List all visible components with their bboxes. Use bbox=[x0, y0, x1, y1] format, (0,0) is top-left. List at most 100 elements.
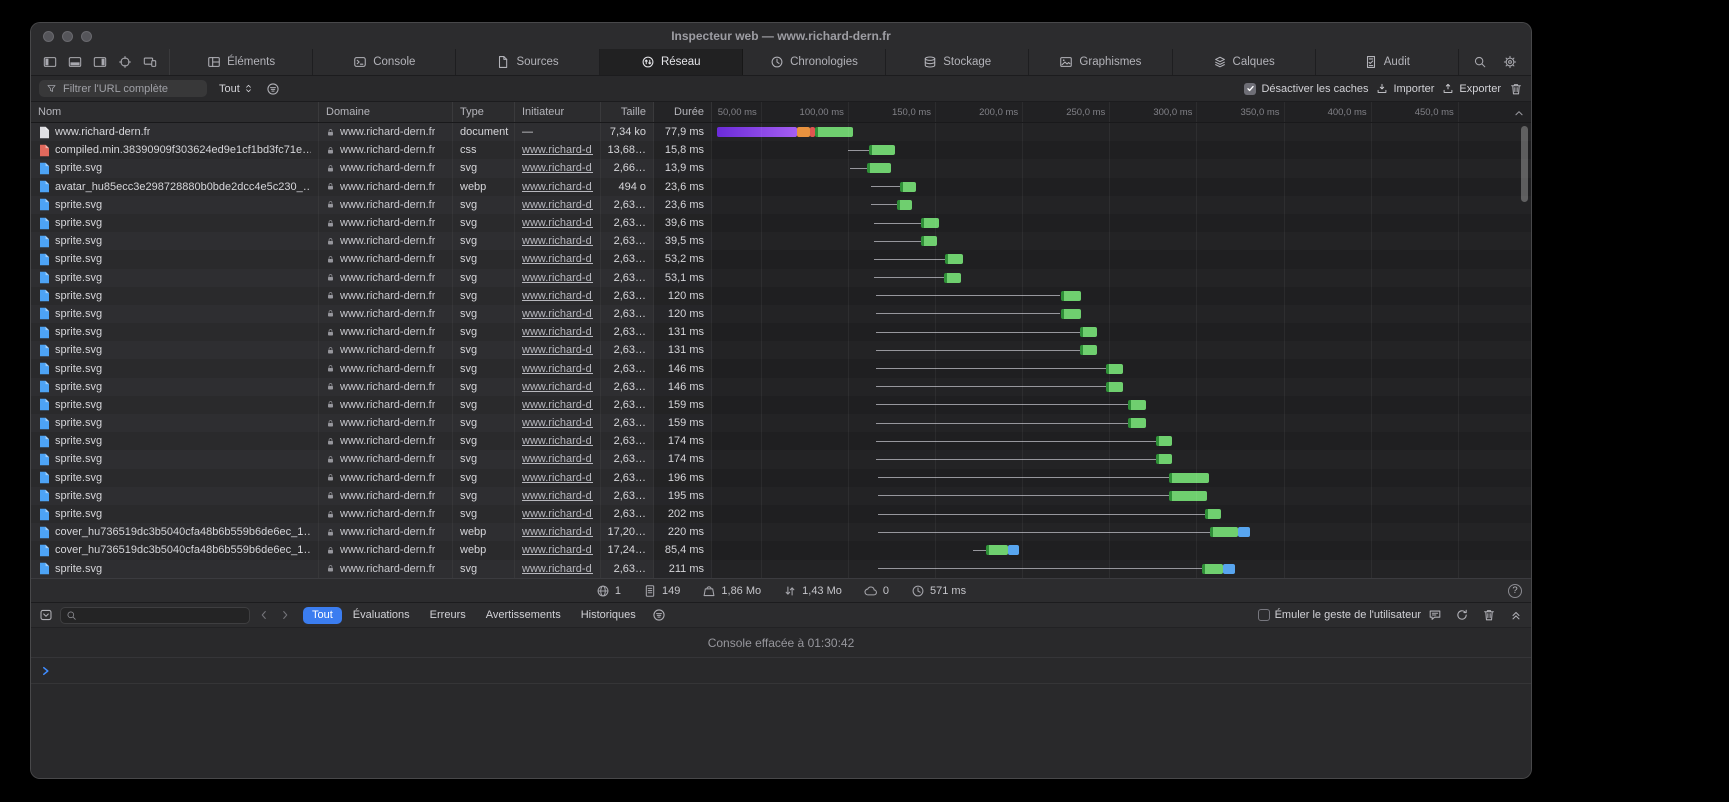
tab-audit[interactable]: Audit bbox=[1316, 49, 1459, 75]
console-prompt[interactable] bbox=[31, 658, 1531, 684]
initiator-link[interactable]: www.richard-d… bbox=[522, 435, 593, 447]
network-request-row[interactable]: sprite.svgwww.richard-dern.frsvgwww.rich… bbox=[31, 214, 1531, 232]
tab-timelines[interactable]: Chronologies bbox=[743, 49, 886, 75]
search-icon[interactable] bbox=[1473, 55, 1487, 69]
network-request-row[interactable]: compiled.min.38390909f303624ed9e1cf1bd3f… bbox=[31, 141, 1531, 159]
emulate-user-gesture-checkbox[interactable]: Émuler le geste de l'utilisateur bbox=[1258, 609, 1421, 621]
console-scope-icon[interactable] bbox=[39, 608, 53, 622]
tab-console[interactable]: Console bbox=[313, 49, 456, 75]
initiator-link[interactable]: www.richard-d… bbox=[522, 363, 593, 375]
network-request-row[interactable]: sprite.svgwww.richard-dern.frsvgwww.rich… bbox=[31, 232, 1531, 250]
initiator-link[interactable]: www.richard-d… bbox=[522, 253, 593, 265]
tab-graphics[interactable]: Graphismes bbox=[1029, 49, 1172, 75]
network-request-row[interactable]: sprite.svgwww.richard-dern.frsvgwww.rich… bbox=[31, 250, 1531, 268]
column-header-initiateur[interactable]: Initiateur bbox=[515, 102, 601, 122]
column-header-domaine[interactable]: Domaine bbox=[319, 102, 453, 122]
collapse-timeline-chevron-icon[interactable] bbox=[1512, 106, 1526, 120]
initiator-link[interactable]: www.richard-d… bbox=[522, 290, 593, 302]
waterfall-cell bbox=[712, 341, 1531, 359]
column-header-type[interactable]: Type bbox=[453, 102, 515, 122]
network-request-row[interactable]: sprite.svgwww.richard-dern.frsvgwww.rich… bbox=[31, 469, 1531, 487]
resource-type-select[interactable]: Tout bbox=[215, 82, 258, 95]
initiator-link[interactable]: www.richard-d… bbox=[522, 181, 593, 193]
initiator-link[interactable]: www.richard-d… bbox=[522, 162, 593, 174]
network-request-row[interactable]: sprite.svgwww.richard-dern.frsvgwww.rich… bbox=[31, 414, 1531, 432]
import-button[interactable]: Importer bbox=[1376, 82, 1434, 95]
filter-options-icon[interactable] bbox=[266, 82, 280, 96]
network-request-row[interactable]: sprite.svgwww.richard-dern.frsvgwww.rich… bbox=[31, 487, 1531, 505]
console-messages-icon[interactable] bbox=[1428, 608, 1442, 622]
network-request-row[interactable]: sprite.svgwww.richard-dern.frsvgwww.rich… bbox=[31, 378, 1531, 396]
settings-gear-icon[interactable] bbox=[1503, 55, 1517, 69]
emulate-user-gesture-label: Émuler le geste de l'utilisateur bbox=[1275, 609, 1421, 621]
clear-network-trash-icon[interactable] bbox=[1509, 82, 1523, 96]
network-request-row[interactable]: cover_hu736519dc3b5040cfa48b6b559b6de6ec… bbox=[31, 523, 1531, 541]
close-window-button[interactable] bbox=[43, 31, 54, 42]
network-request-row[interactable]: sprite.svgwww.richard-dern.frsvgwww.rich… bbox=[31, 359, 1531, 377]
column-header-taille[interactable]: Taille bbox=[601, 102, 654, 122]
network-request-row[interactable]: sprite.svgwww.richard-dern.frsvgwww.rich… bbox=[31, 560, 1531, 578]
column-header-nom[interactable]: Nom bbox=[31, 102, 319, 122]
checkbox-checked bbox=[1244, 83, 1256, 95]
network-request-row[interactable]: sprite.svgwww.richard-dern.frsvgwww.rich… bbox=[31, 450, 1531, 468]
expand-console-icon[interactable] bbox=[1509, 608, 1523, 622]
network-request-row[interactable]: avatar_hu85ecc3e298728880b0bde2dcc4e5c23… bbox=[31, 178, 1531, 196]
console-filter-options-icon[interactable] bbox=[652, 608, 666, 622]
initiator-link[interactable]: www.richard-d… bbox=[522, 490, 593, 502]
trash-icon[interactable] bbox=[1482, 608, 1496, 622]
network-request-row[interactable]: sprite.svgwww.richard-dern.frsvgwww.rich… bbox=[31, 287, 1531, 305]
initiator-link[interactable]: www.richard-d… bbox=[522, 235, 593, 247]
initiator-link[interactable]: www.richard-d… bbox=[522, 399, 593, 411]
initiator-link[interactable]: www.richard-d… bbox=[522, 563, 593, 575]
url-filter-input[interactable]: Filtrer l'URL complète bbox=[39, 80, 207, 97]
network-request-row[interactable]: sprite.svgwww.richard-dern.frsvgwww.rich… bbox=[31, 505, 1531, 523]
initiator-link[interactable]: www.richard-d… bbox=[522, 217, 593, 229]
initiator-link[interactable]: www.richard-d… bbox=[522, 144, 593, 156]
network-request-row[interactable]: www.richard-dern.frwww.richard-dern.frdo… bbox=[31, 123, 1531, 141]
network-request-row[interactable]: sprite.svgwww.richard-dern.frsvgwww.rich… bbox=[31, 341, 1531, 359]
initiator-link[interactable]: www.richard-d… bbox=[522, 417, 593, 429]
tab-layers[interactable]: Calques bbox=[1173, 49, 1316, 75]
initiator-link[interactable]: www.richard-d… bbox=[522, 199, 593, 211]
previous-result-icon[interactable] bbox=[257, 608, 271, 622]
tab-storage[interactable]: Stockage bbox=[886, 49, 1029, 75]
tab-label: Chronologies bbox=[790, 56, 858, 68]
network-request-row[interactable]: sprite.svgwww.richard-dern.frsvgwww.rich… bbox=[31, 159, 1531, 177]
zoom-window-button[interactable] bbox=[81, 31, 92, 42]
initiator-link[interactable]: www.richard-d… bbox=[522, 453, 593, 465]
network-request-row[interactable]: sprite.svgwww.richard-dern.frsvgwww.rich… bbox=[31, 269, 1531, 287]
network-request-row[interactable]: sprite.svgwww.richard-dern.frsvgwww.rich… bbox=[31, 305, 1531, 323]
initiator-link[interactable]: www.richard-d… bbox=[522, 472, 593, 484]
initiator-link[interactable]: www.richard-d… bbox=[522, 272, 593, 284]
initiator-link[interactable]: www.richard-d… bbox=[522, 344, 593, 356]
waterfall-wait-line bbox=[973, 550, 985, 551]
export-button[interactable]: Exporter bbox=[1442, 82, 1501, 95]
console-tab-tout[interactable]: Tout bbox=[303, 607, 342, 624]
help-button[interactable]: ? bbox=[1508, 584, 1522, 598]
network-request-row[interactable]: sprite.svgwww.richard-dern.frsvgwww.rich… bbox=[31, 323, 1531, 341]
console-tab-évaluations[interactable]: Évaluations bbox=[344, 607, 419, 624]
vertical-scrollbar[interactable] bbox=[1521, 126, 1528, 202]
tab-network[interactable]: Réseau bbox=[600, 49, 743, 75]
initiator-link[interactable]: www.richard-d… bbox=[522, 308, 593, 320]
initiator-link[interactable]: www.richard-d… bbox=[522, 508, 593, 520]
network-request-row[interactable]: cover_hu736519dc3b5040cfa48b6b559b6de6ec… bbox=[31, 541, 1531, 559]
initiator-link[interactable]: www.richard-d… bbox=[522, 326, 593, 338]
console-tab-avertissements[interactable]: Avertissements bbox=[477, 607, 570, 624]
clear-console-icon[interactable] bbox=[1455, 608, 1469, 622]
initiator-link[interactable]: www.richard-d… bbox=[522, 381, 593, 393]
console-tab-erreurs[interactable]: Erreurs bbox=[421, 607, 475, 624]
network-request-row[interactable]: sprite.svgwww.richard-dern.frsvgwww.rich… bbox=[31, 196, 1531, 214]
network-request-row[interactable]: sprite.svgwww.richard-dern.frsvgwww.rich… bbox=[31, 432, 1531, 450]
initiator-link[interactable]: www.richard-d… bbox=[522, 526, 593, 538]
tab-sources[interactable]: Sources bbox=[456, 49, 599, 75]
console-search-input[interactable] bbox=[60, 607, 250, 624]
tab-elements[interactable]: Éléments bbox=[170, 49, 313, 75]
disable-caches-checkbox[interactable]: Désactiver les caches bbox=[1244, 83, 1368, 95]
column-header-durée[interactable]: Durée bbox=[654, 102, 712, 122]
network-request-row[interactable]: sprite.svgwww.richard-dern.frsvgwww.rich… bbox=[31, 396, 1531, 414]
initiator-link[interactable]: www.richard-d… bbox=[522, 544, 593, 556]
next-result-icon[interactable] bbox=[278, 608, 292, 622]
console-tab-historiques[interactable]: Historiques bbox=[572, 607, 645, 624]
minimize-window-button[interactable] bbox=[62, 31, 73, 42]
